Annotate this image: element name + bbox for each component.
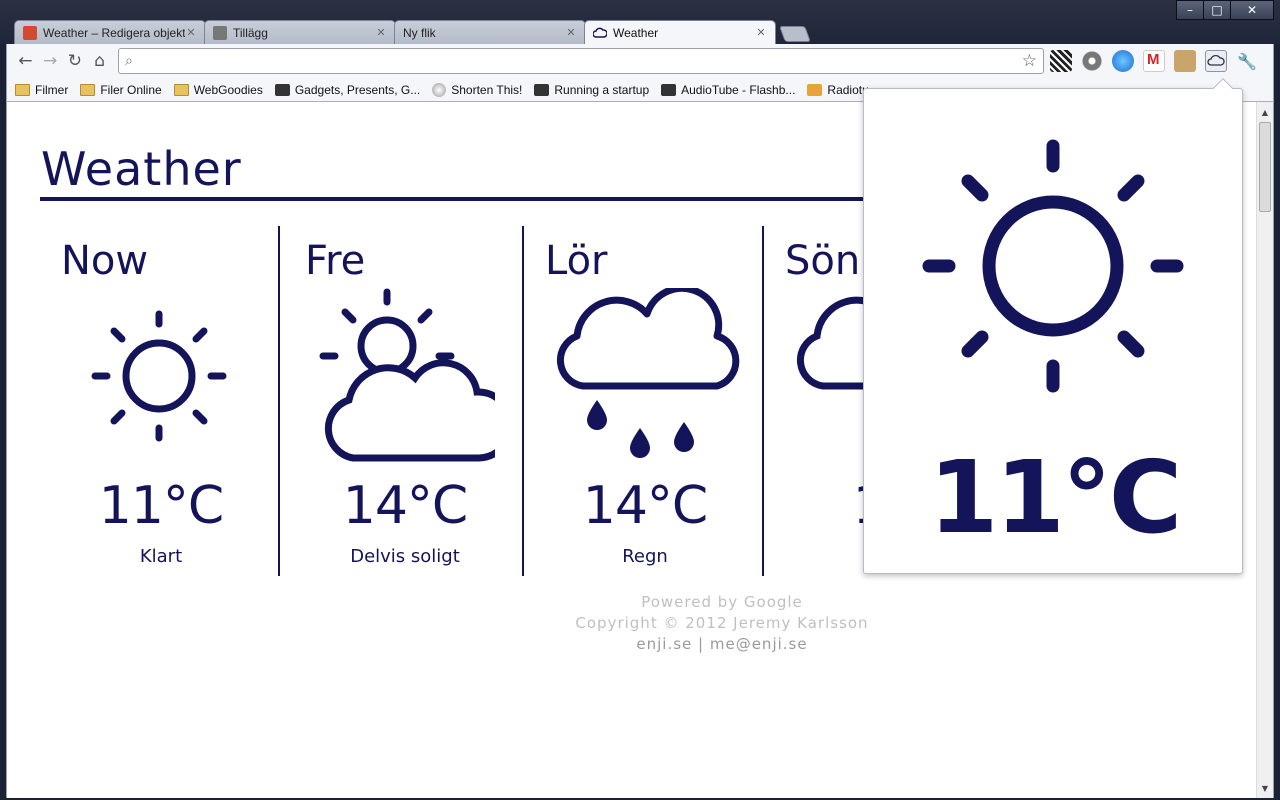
- copyright: Copyright © 2012 Jeremy Karlsson: [575, 614, 869, 632]
- gear-icon[interactable]: [1081, 50, 1103, 72]
- site-icon: [661, 83, 677, 96]
- puzzle-icon: [213, 25, 227, 40]
- weather-popup: 11°C: [863, 78, 1243, 574]
- scroll-up-arrow-icon[interactable]: ▲: [1257, 104, 1273, 120]
- tan-extension-icon[interactable]: [1174, 50, 1196, 72]
- globe-icon: [432, 82, 447, 97]
- bookmark-running-startup[interactable]: Running a startup: [534, 83, 649, 97]
- scroll-down-arrow-icon[interactable]: ▼: [1257, 780, 1273, 796]
- tab-label: Weather: [613, 25, 659, 40]
- tab-close-icon[interactable]: ✕: [565, 26, 577, 39]
- day-temperature: 14°C: [582, 476, 708, 536]
- tab-close-icon[interactable]: ✕: [375, 26, 387, 39]
- popup-temperature: 11°C: [928, 439, 1183, 556]
- day-condition: Delvis soligt: [350, 546, 460, 567]
- cloud-favicon-icon: [592, 26, 608, 40]
- qr-code-icon[interactable]: [1050, 50, 1072, 72]
- bookmark-label: AudioTube - Flashb...: [681, 82, 796, 97]
- bookmark-label: WebGoodies: [193, 82, 263, 97]
- gmail-icon[interactable]: [1143, 50, 1165, 72]
- page-footer: Powered by Google Copyright © 2012 Jerem…: [7, 592, 1273, 655]
- back-arrow-icon[interactable]: ←: [13, 48, 38, 74]
- tab-strip: Weather – Redigera objekt ✕ Tillägg ✕ Ny…: [14, 20, 811, 44]
- tab-close-icon[interactable]: ✕: [755, 26, 767, 39]
- scroll-thumb[interactable]: [1259, 122, 1271, 212]
- home-icon[interactable]: ⌂: [87, 48, 112, 74]
- minimize-button[interactable]: –: [1176, 0, 1204, 20]
- vertical-scrollbar[interactable]: ▲ ▼: [1256, 102, 1273, 798]
- tab-extensions[interactable]: Tillägg ✕: [204, 20, 396, 44]
- bookmark-webgoodies[interactable]: WebGoodies: [173, 82, 263, 97]
- day-temperature: 14°C: [342, 476, 468, 536]
- browser-toolbar: ← → ↻ ⌂ ⌕ ☆ 🔧: [6, 44, 1274, 78]
- tab-weather-edit[interactable]: Weather – Redigera objekt ✕: [14, 20, 206, 44]
- day-name: Now: [61, 238, 149, 284]
- weather-extension-cloud-icon[interactable]: [1205, 50, 1227, 72]
- footer-links[interactable]: enji.se | me@enji.se: [7, 634, 1273, 655]
- folder-icon: [173, 83, 189, 96]
- bookmark-star-icon[interactable]: ☆: [1022, 51, 1037, 71]
- bookmark-label: Filer Online: [100, 82, 162, 97]
- day-name: Fre: [305, 238, 366, 284]
- powered-by: Powered by Google: [641, 593, 803, 611]
- bookmark-label: Shorten This!: [451, 82, 523, 97]
- extension-icons: 🔧: [1050, 50, 1267, 72]
- column-divider: [762, 226, 764, 576]
- reload-icon[interactable]: ↻: [63, 48, 88, 74]
- bookmark-gadgets[interactable]: Gadgets, Presents, G...: [274, 82, 421, 97]
- wrench-icon[interactable]: 🔧: [1236, 50, 1258, 72]
- bookmark-label: Filmer: [35, 82, 69, 97]
- window-titlebar: – □ ✕ Weather – Redigera objekt ✕ Tilläg…: [0, 0, 1280, 44]
- tab-label: Tillägg: [233, 25, 268, 40]
- search-icon: ⌕: [125, 53, 133, 69]
- site-icon: [274, 83, 290, 96]
- sun-icon: [91, 310, 227, 442]
- tab-label: Ny flik: [403, 25, 436, 40]
- bookmark-label: Running a startup: [554, 82, 650, 97]
- day-condition: Klart: [139, 546, 183, 567]
- site-icon: [807, 83, 823, 96]
- bookmark-filer-online[interactable]: Filer Online: [80, 82, 162, 97]
- close-window-button[interactable]: ✕: [1230, 0, 1274, 20]
- new-tab-button[interactable]: [779, 26, 811, 42]
- tab-label: Weather – Redigera objekt: [43, 25, 185, 40]
- folder-icon: [15, 83, 30, 96]
- address-bar[interactable]: ⌕ ☆: [118, 48, 1044, 74]
- day-temperature: 11°C: [98, 476, 224, 536]
- bookmark-radiotu[interactable]: Radiotu: [807, 83, 869, 97]
- day-condition: Regn: [622, 546, 668, 567]
- bookmark-filmer[interactable]: Filmer: [15, 83, 68, 97]
- day-name: Sön: [785, 238, 861, 284]
- rain-icon: [556, 288, 740, 458]
- forecast-fre: Fre 14°C Delvis soligt: [285, 226, 525, 576]
- column-divider: [522, 226, 524, 576]
- wordpress-favicon-icon: [23, 25, 37, 40]
- folder-icon: [80, 83, 96, 96]
- tab-weather[interactable]: Weather ✕: [584, 20, 776, 44]
- site-icon: [534, 83, 550, 96]
- forward-arrow-icon[interactable]: →: [38, 48, 63, 74]
- title-underline: [40, 197, 900, 201]
- bookmark-audiotube[interactable]: AudioTube - Flashb...: [661, 83, 795, 97]
- forecast-lor: Lör 14°C Regn: [525, 226, 765, 576]
- blue-globe-icon[interactable]: [1112, 50, 1134, 72]
- page-title: Weather: [41, 142, 242, 196]
- sun-icon: [922, 139, 1184, 393]
- window-controls: – □ ✕: [1176, 0, 1274, 20]
- column-divider: [278, 226, 280, 576]
- address-input[interactable]: [138, 53, 1022, 69]
- day-name: Lör: [545, 238, 608, 284]
- tab-new-tab[interactable]: Ny flik ✕: [394, 20, 586, 44]
- bookmark-shorten-this[interactable]: Shorten This!: [432, 82, 523, 97]
- maximize-button[interactable]: □: [1203, 0, 1231, 20]
- tab-close-icon[interactable]: ✕: [185, 26, 197, 39]
- bookmark-label: Gadgets, Presents, G...: [294, 82, 421, 97]
- partly-sunny-icon: [319, 288, 495, 462]
- forecast-now: Now 11°C Klart: [41, 226, 281, 576]
